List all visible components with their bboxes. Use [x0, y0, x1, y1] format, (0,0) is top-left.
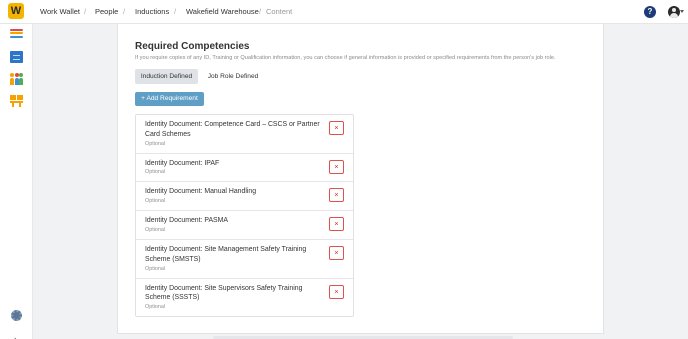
requirement-status: Optional [145, 169, 166, 176]
tab-induction-defined[interactable]: Induction Defined [135, 69, 198, 84]
list-item: Identity Document: PASMA Optional × [136, 211, 353, 240]
help-icon[interactable]: ? [644, 6, 656, 18]
sidebar: › [0, 24, 33, 339]
breadcrumb-people[interactable]: People [95, 7, 118, 16]
section-title: Required Competencies [135, 41, 250, 52]
remove-requirement-button[interactable]: × [329, 159, 344, 174]
requirement-status: Optional [145, 140, 166, 147]
chevron-down-icon[interactable] [680, 10, 684, 13]
top-bar: W Work Wallet / People / Inductions / Wa… [0, 0, 688, 24]
breadcrumb-separator: / [174, 7, 177, 16]
add-requirement-button[interactable]: + Add Requirement [135, 92, 204, 106]
requirement-status: Optional [145, 226, 166, 233]
list-item: Identity Document: Site Management Safet… [136, 240, 353, 279]
requirement-status: Optional [145, 198, 166, 205]
requirements-list: Identity Document: Competence Card – CSC… [135, 114, 354, 318]
list-item: Identity Document: Site Supervisors Safe… [136, 279, 353, 317]
requirement-status: Optional [145, 304, 166, 311]
list-item: Identity Document: Competence Card – CSC… [136, 115, 353, 154]
requirement-title: Identity Document: Site Supervisors Safe… [145, 284, 303, 302]
breadcrumb-inductions[interactable]: Inductions [135, 7, 169, 16]
list-item: Identity Document: IPAF Optional × [136, 154, 353, 183]
breadcrumb-current: Content [266, 7, 293, 16]
building-icon[interactable] [10, 51, 23, 63]
breadcrumb-wakefield-warehouse[interactable]: Wakefield Warehouse [186, 7, 259, 16]
chevron-right-icon[interactable]: › [14, 334, 17, 339]
list-icon[interactable] [10, 29, 23, 41]
requirement-title: Identity Document: Site Management Safet… [145, 245, 307, 263]
remove-requirement-button[interactable]: × [329, 217, 344, 232]
list-item: Identity Document: Manual Handling Optio… [136, 182, 353, 212]
remove-requirement-button[interactable]: × [329, 245, 344, 260]
breadcrumb-separator: / [84, 7, 87, 16]
boxes-icon[interactable] [10, 95, 23, 107]
remove-requirement-button[interactable]: × [329, 121, 344, 135]
requirement-title: Identity Document: Competence Card – CSC… [145, 121, 320, 138]
requirement-title: Identity Document: PASMA [145, 217, 228, 225]
competencies-panel: Required Competencies If you require cop… [117, 24, 604, 334]
work-wallet-logo[interactable]: W [8, 3, 24, 19]
avatar[interactable] [668, 6, 680, 18]
requirement-title: Identity Document: Manual Handling [145, 188, 257, 196]
requirement-status: Optional [145, 265, 166, 272]
gear-icon[interactable] [11, 310, 22, 321]
remove-requirement-button[interactable]: × [329, 188, 344, 203]
breadcrumb-separator: / [123, 7, 126, 16]
remove-requirement-button[interactable]: × [329, 284, 344, 299]
section-description: If you require copies of any ID, Trainin… [135, 55, 556, 61]
tab-job-role-defined[interactable]: Job Role Defined [202, 69, 264, 84]
people-icon[interactable] [10, 73, 23, 85]
breadcrumb-separator: / [259, 7, 262, 16]
breadcrumb-work-wallet[interactable]: Work Wallet [40, 7, 80, 16]
requirement-title: Identity Document: IPAF [145, 159, 220, 167]
